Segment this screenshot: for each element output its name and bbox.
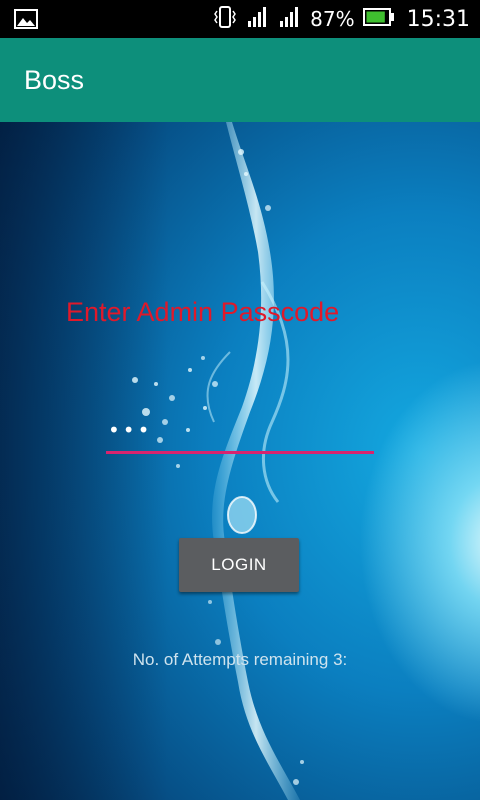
login-button[interactable]: LOGIN	[179, 538, 299, 592]
image-icon	[14, 9, 38, 33]
attempts-remaining-label: No. of Attempts remaining 3:	[132, 650, 348, 669]
passcode-prompt: Enter Admin Passcode	[66, 297, 340, 327]
app-title: Boss	[24, 64, 85, 95]
water-splash-image	[132, 122, 304, 800]
login-screen: Enter Admin Passcode ••• LOGIN No. of At…	[0, 122, 480, 800]
vibrate-icon	[212, 5, 238, 33]
app-bar: Boss	[0, 38, 480, 122]
passcode-value: •••	[108, 418, 153, 442]
clock: 15:31	[406, 6, 470, 32]
signal-icon	[278, 5, 302, 33]
passcode-input[interactable]: •••	[106, 410, 374, 454]
battery-percent: 87%	[310, 7, 355, 31]
signal-icon	[246, 5, 270, 33]
battery-icon	[362, 8, 395, 30]
status-bar: 87% 15:31	[0, 0, 480, 38]
